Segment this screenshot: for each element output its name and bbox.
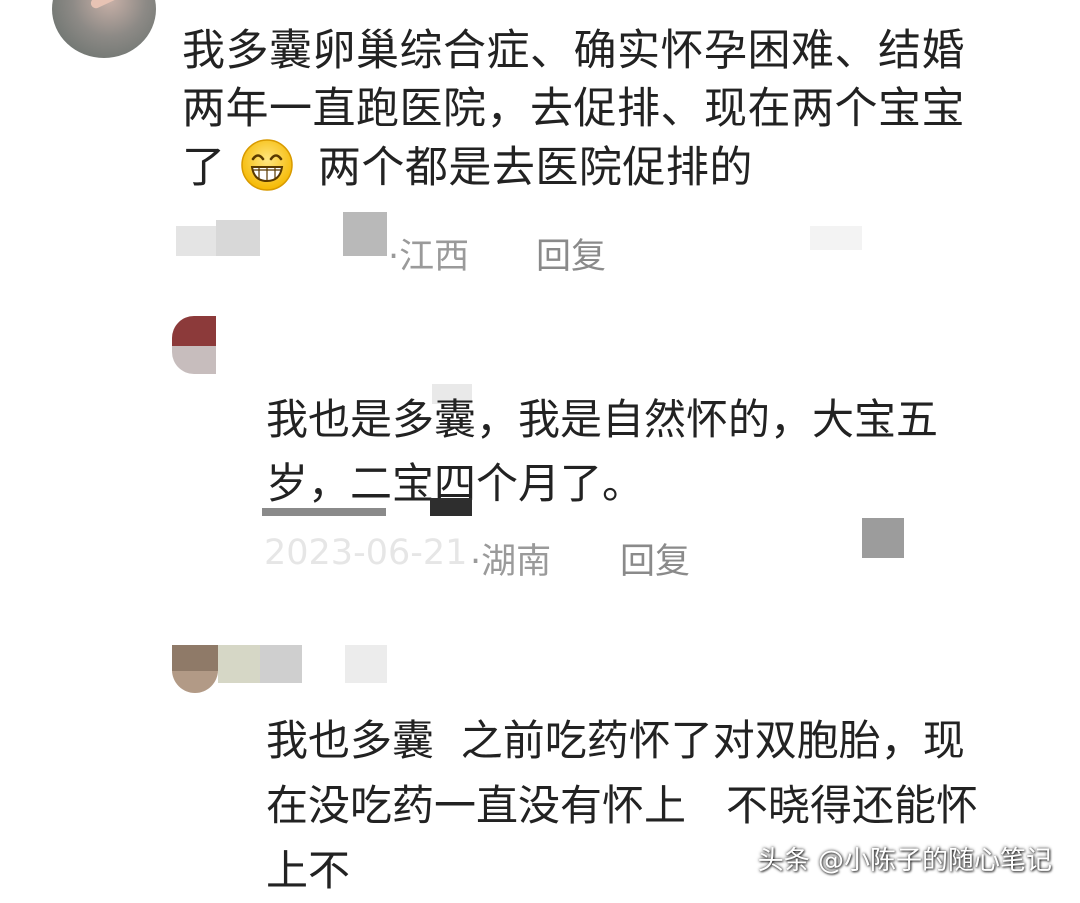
comment-line-text: 了 bbox=[182, 143, 226, 193]
like-blur bbox=[810, 226, 862, 250]
comment-line: 我多囊卵巢综合症、确实怀孕困难、结婚 bbox=[182, 26, 965, 76]
comment-line: 了 两个都是去医院促排的 bbox=[182, 138, 965, 197]
avatar-image-detail bbox=[89, 0, 121, 10]
reply-button[interactable]: 回复 bbox=[620, 533, 690, 584]
comment-date: 2023-06-21 bbox=[264, 533, 468, 573]
username-blur bbox=[216, 220, 260, 256]
avatar[interactable] bbox=[172, 645, 218, 693]
username-blur bbox=[345, 645, 387, 683]
location-label: ·湖南 bbox=[470, 542, 552, 582]
location-label: ·江西 bbox=[388, 237, 470, 277]
watermark: 头条 @小陈子的随心笔记 bbox=[757, 846, 1052, 876]
username-blur bbox=[218, 645, 260, 683]
date-blur bbox=[262, 508, 386, 516]
comment-line: 岁，二宝四个月了。 bbox=[266, 459, 645, 508]
comment-line-text: 两个都是去医院促排的 bbox=[317, 143, 753, 193]
comment-line: 我也多囊 之前吃药怀了对双胞胎，现 bbox=[266, 716, 965, 765]
avatar[interactable] bbox=[52, 0, 156, 58]
avatar[interactable] bbox=[172, 316, 216, 374]
grinning-face-emoji-icon bbox=[240, 139, 293, 191]
comment-line: 两年一直跑医院，去促排、现在两个宝宝 bbox=[182, 84, 965, 134]
reply-button[interactable]: 回复 bbox=[536, 228, 606, 279]
username-blur bbox=[260, 645, 302, 683]
comment-body: 我多囊卵巢综合症、确实怀孕困难、结婚 两年一直跑医院，去促排、现在两个宝宝 了 … bbox=[182, 22, 965, 197]
username-blur bbox=[176, 226, 216, 256]
comment-body: 我也是多囊，我是自然怀的，大宝五 岁，二宝四个月了。 bbox=[266, 388, 938, 516]
comment-line: 在没吃药一直没有怀上 不晓得还能怀 bbox=[266, 781, 979, 830]
like-blur bbox=[862, 518, 904, 558]
comment-line: 我也是多囊，我是自然怀的，大宝五 bbox=[266, 395, 939, 444]
date-blur bbox=[343, 212, 387, 256]
date-blur bbox=[430, 498, 472, 516]
